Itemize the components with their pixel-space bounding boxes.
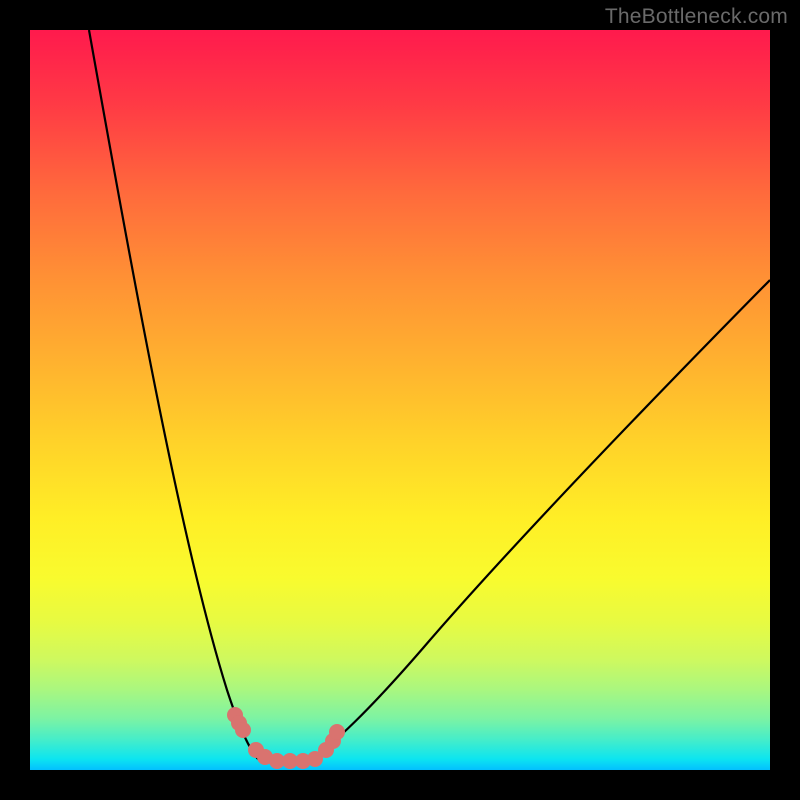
watermark-text: TheBottleneck.com xyxy=(605,5,788,29)
plot-area xyxy=(30,30,770,770)
curve-right-branch xyxy=(310,280,770,759)
curve-left-branch xyxy=(89,30,258,759)
curve-layer xyxy=(30,30,770,770)
chart-frame: TheBottleneck.com xyxy=(0,0,800,800)
